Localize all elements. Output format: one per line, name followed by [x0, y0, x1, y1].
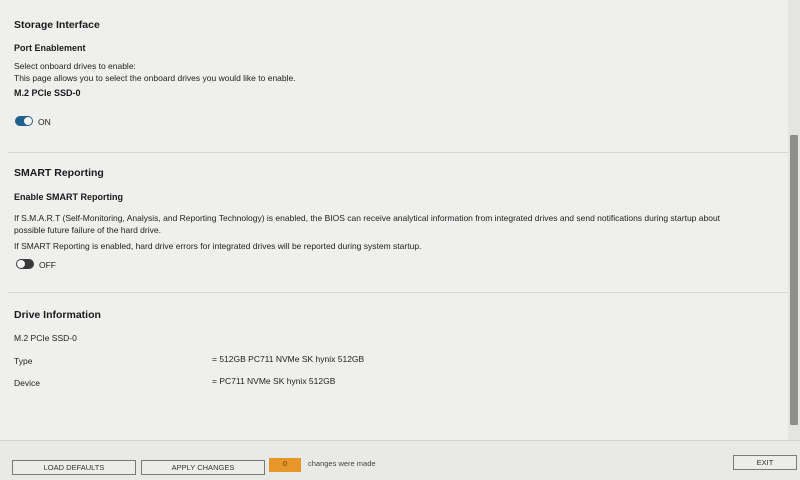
- m2-enable-toggle[interactable]: [15, 116, 33, 126]
- enable-smart-title: Enable SMART Reporting: [14, 192, 124, 202]
- drive-device-value: = PC711 NVMe SK hynix 512GB: [212, 376, 336, 386]
- settings-content: Storage Interface Port Enablement Select…: [0, 0, 788, 440]
- drive-information-title: Drive Information: [14, 309, 101, 321]
- drive-type-value: = 512GB PC711 NVMe SK hynix 512GB: [212, 354, 365, 364]
- smart-toggle-state-label: OFF: [39, 260, 56, 270]
- smart-enable-toggle[interactable]: [16, 259, 34, 269]
- section-divider: [8, 152, 788, 153]
- port-enablement-line2: This page allows you to select the onboa…: [14, 73, 296, 83]
- smart-description-line3: If SMART Reporting is enabled, hard driv…: [14, 241, 422, 251]
- smart-description-line1: If S.M.A.R.T (Self-Monitoring, Analysis,…: [14, 213, 721, 223]
- storage-interface-title: Storage Interface: [14, 19, 100, 31]
- changes-count-badge: 0: [269, 458, 301, 472]
- drive-type-label: Type: [14, 356, 33, 366]
- smart-reporting-title: SMART Reporting: [14, 167, 104, 179]
- footer-bar: LOAD DEFAULTS APPLY CHANGES 0 changes we…: [0, 440, 800, 480]
- toggle-knob: [17, 260, 25, 268]
- section-divider: [8, 292, 788, 293]
- bios-settings-page: Storage Interface Port Enablement Select…: [0, 0, 800, 480]
- port-enablement-line1: Select onboard drives to enable:: [14, 61, 136, 71]
- changes-made-text: changes were made: [308, 459, 376, 468]
- toggle-knob: [24, 117, 32, 125]
- port-enablement-title: Port Enablement: [14, 43, 86, 53]
- load-defaults-button[interactable]: LOAD DEFAULTS: [12, 460, 136, 475]
- drive-device-label: Device: [14, 378, 40, 388]
- apply-changes-button[interactable]: APPLY CHANGES: [141, 460, 265, 475]
- drive-m2-label: M.2 PCIe SSD-0: [14, 88, 81, 98]
- drive-info-name: M.2 PCIe SSD-0: [14, 333, 77, 343]
- m2-toggle-state-label: ON: [38, 117, 51, 127]
- scrollbar-thumb[interactable]: [790, 135, 798, 425]
- vertical-scrollbar[interactable]: [788, 0, 800, 440]
- exit-button[interactable]: EXIT: [733, 455, 797, 470]
- smart-description-line2: possible future failure of the hard driv…: [14, 225, 161, 235]
